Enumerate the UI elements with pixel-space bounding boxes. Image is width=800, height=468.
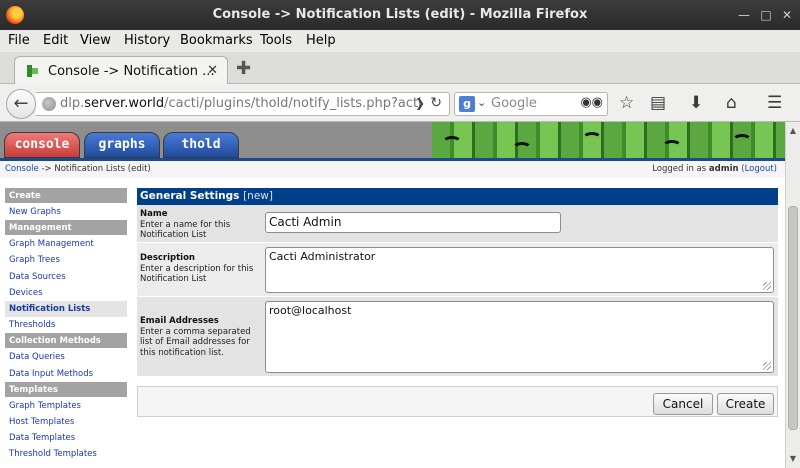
bookmark-star-icon[interactable]: ☆ (619, 93, 634, 113)
window-title: Console -> Notification Lists (edit) - M… (212, 7, 588, 22)
sidebar-item-devices[interactable]: Devices (5, 284, 127, 301)
search-box[interactable]: g ⌄ Google ◉◉ (454, 92, 608, 116)
edit-form: General Settings [new] Name Enter a name… (137, 188, 778, 417)
scroll-down-icon[interactable]: ▼ (786, 452, 800, 466)
email-value: root@localhost (269, 304, 352, 317)
back-arrow-icon: ← (13, 93, 29, 114)
section-title: General Settings (140, 190, 240, 202)
tab-close-icon[interactable]: ✕ (207, 63, 218, 78)
breadcrumb-console-link[interactable]: Console (5, 164, 39, 174)
form-actions: Cancel Create (137, 386, 778, 417)
sidebar-item-threshold-templates[interactable]: Threshold Templates (5, 446, 127, 463)
email-label-block: Email Addresses Enter a comma separated … (140, 316, 260, 358)
reload-icon[interactable]: ↻ (430, 95, 442, 111)
tab-thold[interactable]: thold (163, 132, 239, 158)
email-label: Email Addresses (140, 316, 219, 326)
home-icon[interactable]: ⌂ (726, 93, 737, 113)
google-engine-icon[interactable]: g (459, 96, 475, 112)
sidebar-item-host-templates[interactable]: Host Templates (5, 413, 127, 431)
name-description: Enter a name for this Notification List (140, 219, 231, 241)
url-bar[interactable]: dlp.server.world/cacti/plugins/thold/not… (36, 92, 450, 116)
name-row: Name Enter a name for this Notification … (137, 205, 778, 243)
sidebar-item-data-input-methods[interactable]: Data Input Methods (5, 365, 127, 382)
logout-link[interactable]: (Logout) (741, 164, 777, 174)
back-button[interactable]: ← (6, 89, 36, 119)
description-textarea[interactable]: Cacti Administrator (265, 247, 774, 293)
login-prefix: Logged in as (652, 164, 709, 174)
tab-graphs[interactable]: graphs (84, 132, 160, 158)
email-textarea[interactable]: root@localhost (265, 301, 774, 373)
url-dropdown-icon[interactable]: ❯ (415, 96, 425, 110)
url-text[interactable]: dlp.server.world/cacti/plugins/thold/not… (60, 96, 422, 111)
menu-bar: File Edit View History Bookmarks Tools H… (0, 30, 800, 52)
email-row: Email Addresses Enter a comma separated … (137, 297, 778, 377)
cancel-button[interactable]: Cancel (653, 393, 713, 415)
tab-label: Console -> Notification ... (48, 64, 215, 79)
menu-history[interactable]: History (124, 33, 170, 48)
description-label-block: Description Enter a description for this… (140, 253, 260, 285)
cacti-favicon-icon (27, 65, 38, 77)
sidebar-item-notification-lists[interactable]: Notification Lists (5, 300, 127, 318)
page-scrollbar[interactable]: ▲ ▼ (785, 122, 800, 468)
name-label: Name (140, 209, 168, 219)
description-description: Enter a description for this Notificatio… (140, 263, 254, 285)
sidebar-item-data-queries[interactable]: Data Queries (5, 349, 127, 366)
tab-strip: Console -> Notification ... ✕ ✚ (0, 52, 800, 85)
sidebar-item-thresholds[interactable]: Thresholds (5, 317, 127, 334)
close-window-icon[interactable]: ✕ (781, 9, 793, 21)
search-placeholder: Google (491, 96, 537, 111)
browser-tab[interactable]: Console -> Notification ... ✕ (14, 56, 228, 85)
description-row: Description Enter a description for this… (137, 243, 778, 297)
sidebar-item-graph-templates[interactable]: Graph Templates (5, 397, 127, 414)
sidebar: Create New Graphs Management Graph Manag… (5, 188, 127, 463)
page-content: console graphs thold Console -> Notifica… (0, 122, 785, 468)
sidebar-header-create: Create (5, 188, 127, 204)
email-description: Enter a comma separated list of Email ad… (140, 326, 251, 358)
section-tag: [new] (243, 190, 273, 202)
name-input[interactable]: Cacti Admin (265, 212, 561, 233)
search-engine-dropdown-icon[interactable]: ⌄ (477, 96, 486, 109)
breadcrumb: Console -> Notification Lists (edit) Log… (0, 158, 785, 178)
sidebar-item-graph-management[interactable]: Graph Management (5, 236, 127, 253)
resize-grip-icon[interactable] (763, 282, 771, 290)
navigation-bar: dlp.server.world/cacti/plugins/thold/not… (0, 84, 800, 122)
description-value: Cacti Administrator (269, 250, 376, 263)
menu-tools[interactable]: Tools (260, 33, 292, 48)
sidebar-item-data-sources[interactable]: Data Sources (5, 268, 127, 285)
new-tab-icon[interactable]: ✚ (236, 60, 251, 78)
sidebar-item-new-graphs[interactable]: New Graphs (5, 204, 127, 221)
reading-list-icon[interactable]: ▤ (650, 93, 666, 113)
site-identity-icon[interactable] (42, 97, 56, 111)
login-user: admin (708, 164, 739, 174)
breadcrumb-current: -> Notification Lists (edit) (38, 164, 151, 174)
scrollbar-thumb[interactable] (788, 206, 798, 430)
menu-file[interactable]: File (8, 33, 30, 48)
downloads-icon[interactable]: ⬇ (689, 93, 703, 113)
maximize-icon[interactable]: □ (760, 9, 772, 21)
create-button[interactable]: Create (717, 393, 774, 415)
menu-edit[interactable]: Edit (43, 33, 68, 48)
sidebar-header-management: Management (5, 220, 127, 237)
window-titlebar: Console -> Notification Lists (edit) - M… (0, 0, 800, 30)
resize-grip-icon[interactable] (763, 362, 771, 370)
sidebar-item-data-templates[interactable]: Data Templates (5, 430, 127, 447)
cacti-banner: console graphs thold (0, 122, 785, 158)
section-header: General Settings [new] (137, 188, 778, 205)
name-label-block: Name Enter a name for this Notification … (140, 209, 260, 241)
menu-bookmarks[interactable]: Bookmarks (180, 33, 253, 48)
scroll-up-icon[interactable]: ▲ (786, 124, 800, 138)
menu-hamburger-icon[interactable]: ☰ (767, 93, 782, 113)
binoculars-icon[interactable]: ◉◉ (580, 95, 603, 110)
cactus-graphic (432, 122, 785, 158)
menu-help[interactable]: Help (306, 33, 336, 48)
menu-view[interactable]: View (80, 33, 111, 48)
minimize-icon[interactable]: — (738, 9, 750, 21)
tab-console[interactable]: console (4, 132, 80, 158)
sidebar-header-templates: Templates (5, 381, 127, 398)
sidebar-header-collection-methods: Collection Methods (5, 333, 127, 350)
description-label: Description (140, 253, 195, 263)
sidebar-item-graph-trees[interactable]: Graph Trees (5, 252, 127, 269)
